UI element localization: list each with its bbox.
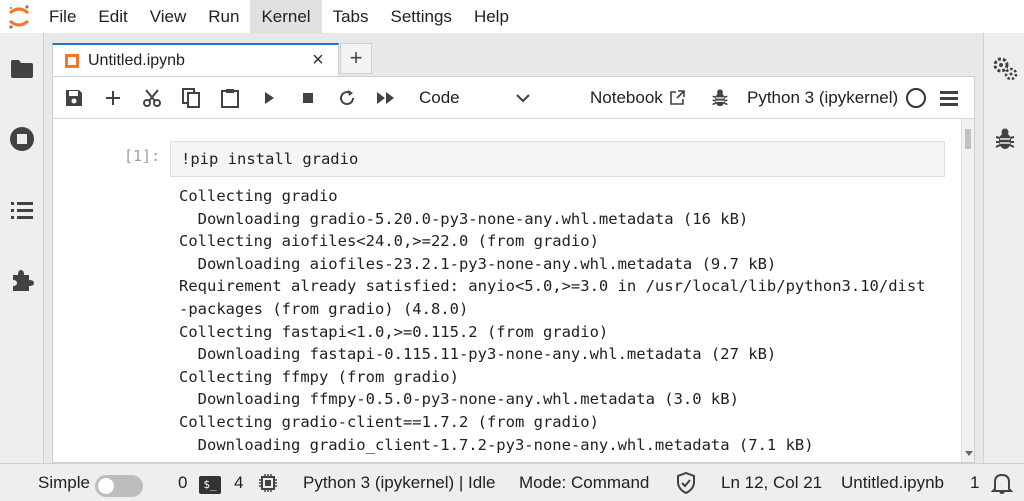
debugger-icon[interactable] bbox=[991, 125, 1019, 153]
run-icon[interactable] bbox=[256, 85, 282, 111]
restart-run-all-icon[interactable] bbox=[373, 85, 399, 111]
status-filename: Untitled.ipynb bbox=[841, 473, 945, 492]
output-line: Collecting gradio-client==1.7.2 (from gr… bbox=[179, 412, 599, 431]
folder-icon[interactable] bbox=[8, 55, 36, 83]
running-sessions-icon[interactable] bbox=[8, 125, 36, 153]
paste-icon[interactable] bbox=[217, 85, 243, 111]
execution-prompt: [1]: bbox=[124, 147, 161, 165]
code-text: !pip install gradio bbox=[181, 150, 359, 168]
kernel-name-button[interactable]: Python 3 (ipykernel) bbox=[747, 85, 898, 111]
output-line: Downloading gradio_client-1.7.2-py3-none… bbox=[179, 435, 814, 454]
menu-kernel[interactable]: Kernel bbox=[250, 0, 322, 33]
chevron-down-icon[interactable] bbox=[513, 87, 533, 109]
restart-icon[interactable] bbox=[334, 85, 360, 111]
jupyter-logo-icon bbox=[0, 0, 38, 33]
output-line: Collecting fastapi<1.0,>=0.115.2 (from g… bbox=[179, 322, 609, 341]
notebook-content: [1]: !pip install gradio Collecting grad… bbox=[53, 119, 974, 462]
kernel-debugger-icon[interactable] bbox=[707, 85, 733, 111]
cell-output: Collecting gradio Downloading gradio-5.2… bbox=[179, 185, 959, 456]
main-area: Untitled.ipynb × + Code Notebook Python … bbox=[44, 33, 983, 463]
scrollbar-thumb[interactable] bbox=[965, 129, 971, 149]
terminal-icon[interactable]: $_ bbox=[199, 476, 221, 494]
notebook-mode: Mode: Command bbox=[519, 473, 650, 492]
kernels-count[interactable]: 4 bbox=[234, 464, 243, 501]
cell-type-label: Code bbox=[419, 88, 460, 107]
right-sidebar bbox=[983, 33, 1024, 463]
menu-settings[interactable]: Settings bbox=[380, 0, 463, 33]
menu-help[interactable]: Help bbox=[463, 0, 520, 33]
menu-run[interactable]: Run bbox=[197, 0, 250, 33]
open-notebook-link[interactable]: Notebook bbox=[590, 85, 685, 111]
table-of-contents-icon[interactable] bbox=[8, 196, 36, 224]
tab-title: Untitled.ipynb bbox=[88, 51, 185, 69]
insert-cell-icon[interactable] bbox=[100, 85, 126, 111]
external-link-icon bbox=[669, 90, 685, 106]
output-line: Requirement already satisfied: anyio<5.0… bbox=[179, 277, 926, 296]
output-line: Downloading fastapi-0.115.11-py3-none-an… bbox=[179, 345, 777, 364]
menu-file[interactable]: File bbox=[38, 0, 87, 33]
stop-icon[interactable] bbox=[295, 85, 321, 111]
output-line: Downloading gradio-5.20.0-py3-none-any.w… bbox=[179, 209, 749, 228]
notifications-count[interactable]: 1 bbox=[970, 464, 979, 501]
trusted-shield-icon[interactable] bbox=[676, 464, 696, 501]
menu-view[interactable]: View bbox=[139, 0, 198, 33]
new-tab-button[interactable]: + bbox=[340, 43, 372, 74]
tab-bar: Untitled.ipynb × + bbox=[44, 33, 983, 76]
notebook-icon bbox=[65, 53, 79, 68]
notification-bell-icon[interactable] bbox=[991, 464, 1013, 501]
kernel-chip-icon[interactable] bbox=[258, 464, 278, 501]
status-bar: Simple 0 $_ 4 Python 3 (ipykernel) | Idl… bbox=[0, 463, 1024, 501]
output-line: Collecting gradio bbox=[179, 187, 338, 205]
hamburger-menu-icon[interactable] bbox=[937, 85, 961, 111]
menu-edit[interactable]: Edit bbox=[87, 0, 138, 33]
save-icon[interactable] bbox=[61, 85, 87, 111]
output-line: Collecting ffmpy (from gradio) bbox=[179, 367, 459, 386]
menu-bar: File Edit View Run Kernel Tabs Settings … bbox=[0, 0, 1024, 33]
kernel-status-text[interactable]: Python 3 (ipykernel) | Idle bbox=[303, 464, 495, 501]
cursor-position[interactable]: Ln 12, Col 21 bbox=[721, 464, 822, 501]
tab-untitled-ipynb[interactable]: Untitled.ipynb × bbox=[52, 43, 339, 76]
tab-close-icon[interactable]: × bbox=[308, 49, 328, 71]
copy-icon[interactable] bbox=[178, 85, 204, 111]
output-line: Downloading ffmpy-0.5.0-py3-none-any.whl… bbox=[179, 390, 739, 409]
toggle-knob bbox=[98, 478, 114, 494]
kernel-idle-status-icon bbox=[906, 88, 926, 108]
code-cell-input[interactable]: !pip install gradio bbox=[170, 141, 945, 177]
notebook-panel: Code Notebook Python 3 (ipykernel) [1]: … bbox=[52, 76, 975, 463]
notebook-label: Notebook bbox=[590, 88, 663, 107]
vertical-scrollbar[interactable] bbox=[961, 119, 974, 462]
output-line: Downloading aiofiles-23.2.1-py3-none-any… bbox=[179, 254, 777, 273]
extension-icon[interactable] bbox=[8, 266, 36, 294]
scroll-down-arrow-icon[interactable] bbox=[965, 451, 973, 456]
notebook-toolbar: Code Notebook Python 3 (ipykernel) bbox=[53, 77, 974, 119]
output-line: Collecting aiofiles<24.0,>=22.0 (from gr… bbox=[179, 232, 599, 251]
menu-tabs[interactable]: Tabs bbox=[322, 0, 380, 33]
output-line: -packages (from gradio) (4.8.0) bbox=[179, 299, 469, 318]
property-inspector-icon[interactable] bbox=[991, 55, 1019, 83]
terminals-count[interactable]: 0 bbox=[178, 464, 187, 501]
simple-mode-toggle[interactable] bbox=[95, 475, 143, 497]
simple-mode-label: Simple bbox=[38, 473, 90, 492]
left-sidebar bbox=[0, 33, 44, 463]
cut-icon[interactable] bbox=[139, 85, 165, 111]
